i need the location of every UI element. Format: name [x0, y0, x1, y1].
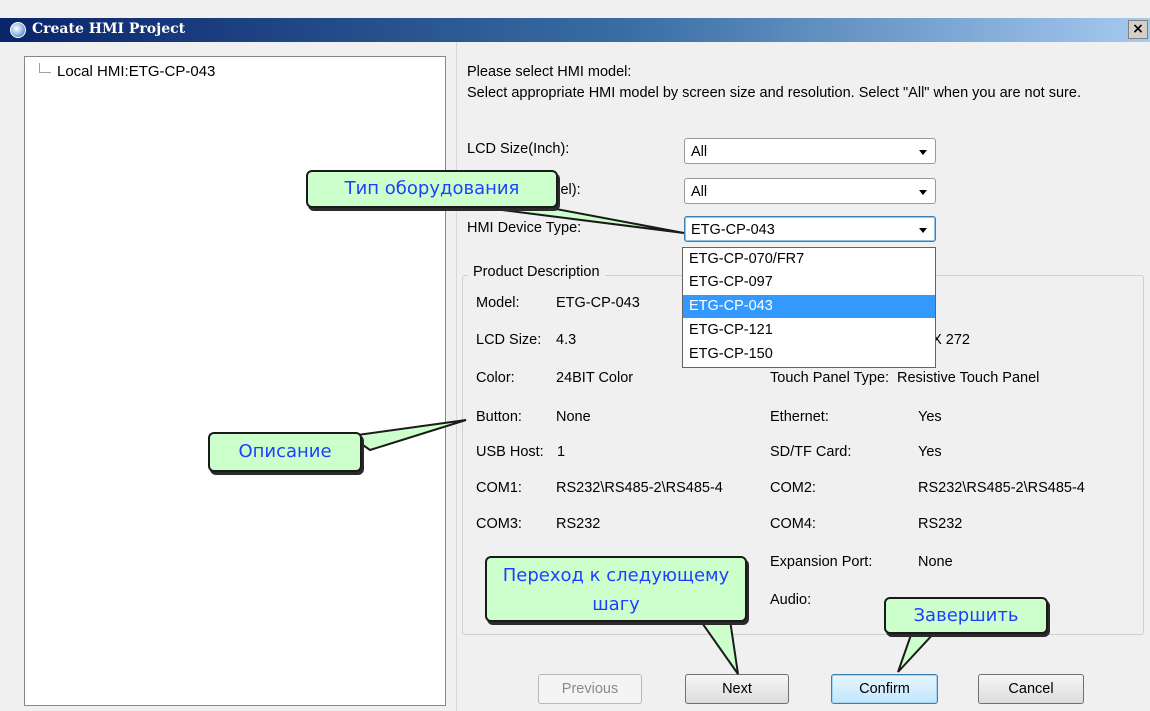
dropdown-option[interactable]: ETG-CP-070/FR7	[683, 248, 935, 271]
tree-connector	[39, 63, 51, 73]
callout-finish: Завершить	[884, 597, 1048, 634]
lcd-size-select[interactable]: All	[684, 138, 936, 164]
usb-host-value: 1	[557, 444, 566, 460]
dropdown-option[interactable]: ETG-CP-150	[683, 343, 935, 366]
next-button[interactable]: Next	[685, 674, 789, 704]
window-title: Create HMI Project	[32, 21, 186, 37]
com4-label: COM4:	[770, 516, 816, 532]
lcd-size-desc-label: LCD Size:	[476, 332, 542, 348]
dropdown-option[interactable]: ETG-CP-121	[683, 319, 935, 342]
sd-card-label: SD/TF Card:	[770, 444, 852, 460]
expansion-port-label: Expansion Port:	[770, 554, 873, 570]
lcd-size-desc-value: 4.3	[556, 332, 577, 348]
hmi-tree-panel: Local HMI:ETG-CP-043	[24, 56, 446, 706]
com3-label: COM3:	[476, 516, 522, 532]
callout-pointer-finish	[897, 631, 938, 673]
ethernet-label: Ethernet:	[770, 409, 829, 425]
resolution-select[interactable]: All	[684, 178, 936, 204]
panel-divider	[456, 42, 457, 711]
com1-value: RS232\RS485-2\RS485-4	[556, 480, 723, 496]
close-button[interactable]: ×	[1128, 20, 1148, 39]
cancel-button[interactable]: Cancel	[978, 674, 1084, 704]
com2-label: COM2:	[770, 480, 816, 496]
device-type-dropdown-list[interactable]: ETG-CP-070/FR7 ETG-CP-097 ETG-CP-043 ETG…	[682, 247, 936, 368]
product-description-legend: Product Description	[468, 264, 605, 280]
chevron-down-icon	[919, 190, 927, 195]
touch-panel-value: Resistive Touch Panel	[897, 370, 1040, 386]
touch-panel-label: Touch Panel Type:	[770, 370, 890, 386]
app-icon	[10, 22, 26, 38]
callout-description: Описание	[208, 432, 362, 472]
ethernet-value: Yes	[918, 409, 942, 425]
dropdown-option-selected[interactable]: ETG-CP-043	[683, 295, 935, 318]
resolution-value: All	[691, 184, 708, 200]
title-bar: Create HMI Project ×	[0, 18, 1150, 42]
device-type-label: HMI Device Type:	[467, 220, 582, 236]
model-value: ETG-CP-043	[556, 295, 640, 311]
com3-value: RS232	[556, 516, 601, 532]
chevron-down-icon	[919, 150, 927, 155]
device-type-value: ETG-CP-043	[691, 222, 775, 238]
lcd-size-value: All	[691, 144, 708, 160]
color-value: 24BIT Color	[556, 370, 634, 386]
model-label: Model:	[476, 295, 520, 311]
chevron-down-icon	[919, 228, 927, 233]
create-hmi-project-dialog: Create HMI Project × Local HMI:ETG-CP-04…	[0, 0, 1150, 711]
button-value: None	[556, 409, 591, 425]
device-type-select[interactable]: ETG-CP-043	[684, 216, 936, 242]
expansion-port-value: None	[918, 554, 953, 570]
previous-button[interactable]: Previous	[538, 674, 642, 704]
com2-value: RS232\RS485-2\RS485-4	[918, 480, 1085, 496]
sd-card-value: Yes	[918, 444, 942, 460]
com1-label: COM1:	[476, 480, 522, 496]
color-label: Color:	[476, 370, 515, 386]
lcd-size-label: LCD Size(Inch):	[467, 141, 570, 157]
com4-value: RS232	[918, 516, 963, 532]
tree-item-local-hmi[interactable]: Local HMI:ETG-CP-043	[57, 63, 215, 80]
usb-host-label: USB Host:	[476, 444, 544, 460]
intro-line-2: Select appropriate HMI model by screen s…	[467, 85, 1081, 101]
callout-device-type: Тип оборудования	[306, 170, 558, 208]
intro-line-1: Please select HMI model:	[467, 64, 632, 80]
callout-next-step: Переход к следующему шагу	[485, 556, 747, 622]
intro-text: Please select HMI model: Select appropri…	[467, 62, 1147, 104]
confirm-button[interactable]: Confirm	[831, 674, 938, 704]
button-label: Button:	[476, 409, 522, 425]
audio-label: Audio:	[770, 592, 812, 608]
dropdown-option[interactable]: ETG-CP-097	[683, 271, 935, 294]
